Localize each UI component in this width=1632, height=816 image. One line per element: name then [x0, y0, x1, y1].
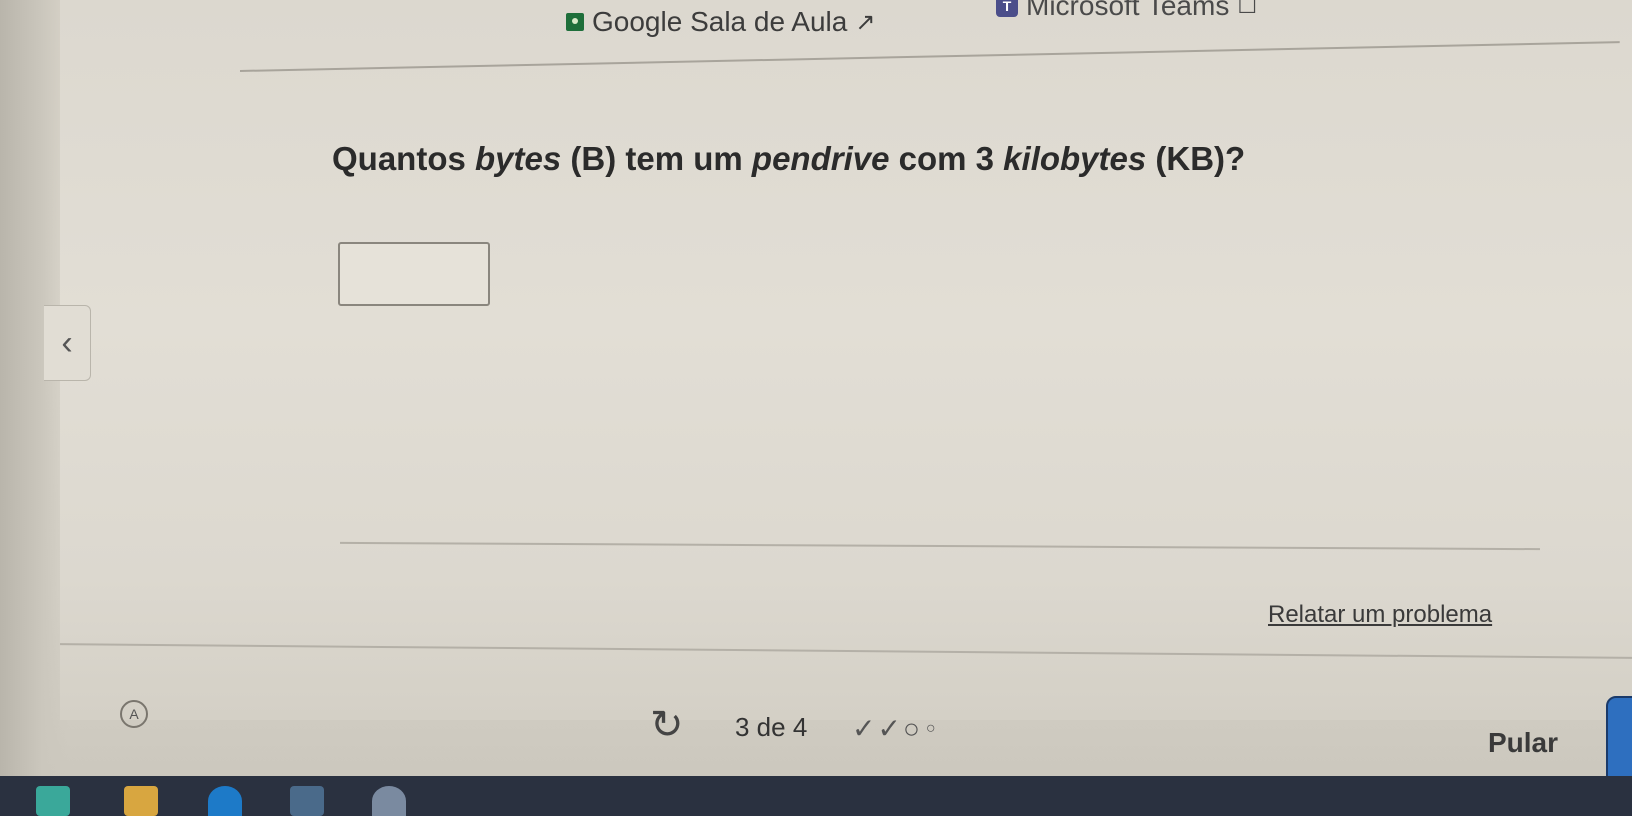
- google-classroom-link[interactable]: Google Sala de Aula ↗: [566, 6, 875, 38]
- previous-button[interactable]: ‹: [44, 305, 91, 381]
- taskbar: [0, 776, 1632, 816]
- top-links: Google Sala de Aula ↗ T Microsoft Teams …: [566, 0, 1566, 46]
- question-part: Quantos: [332, 140, 476, 177]
- question-part: com 3: [889, 140, 1004, 177]
- small-circle-icon: ○: [925, 719, 936, 737]
- microsoft-teams-label: Microsoft Teams: [1026, 0, 1230, 21]
- accessibility-icon[interactable]: A: [120, 700, 148, 728]
- refresh-icon[interactable]: ↻: [650, 705, 684, 745]
- question-text: Quantos bytes (B) tem um pendrive com 3 …: [332, 140, 1245, 178]
- check-icon: ✓: [877, 713, 901, 744]
- chevron-left-icon: ‹: [61, 324, 73, 362]
- external-link-icon: ☐: [1237, 0, 1258, 18]
- edge-browser-icon[interactable]: [208, 786, 242, 816]
- report-problem-link[interactable]: Relatar um problema: [1268, 601, 1492, 629]
- google-classroom-icon: [566, 13, 584, 31]
- question-part: (B) tem um: [561, 140, 752, 177]
- file-explorer-icon[interactable]: [124, 786, 158, 816]
- question-emphasis: pendrive: [751, 140, 890, 177]
- question-part: (KB)?: [1146, 140, 1246, 177]
- chrome-icon[interactable]: [372, 786, 406, 816]
- store-icon[interactable]: [290, 786, 324, 816]
- skip-button[interactable]: Pular: [1488, 727, 1558, 759]
- question-emphasis: bytes: [475, 140, 562, 177]
- progress-indicators: ✓ ✓ ○ ○: [852, 712, 936, 745]
- progress-counter: 3 de 4: [735, 712, 808, 742]
- question-emphasis: kilobytes: [1003, 140, 1147, 177]
- teams-icon: T: [996, 0, 1018, 17]
- microsoft-teams-link[interactable]: T Microsoft Teams ☐: [996, 0, 1257, 22]
- google-classroom-label: Google Sala de Aula: [592, 6, 848, 37]
- external-link-icon: ↗: [855, 8, 876, 36]
- taskbar-app-icon[interactable]: [36, 786, 70, 816]
- answer-input[interactable]: [338, 242, 490, 306]
- circle-icon: ○: [902, 712, 920, 744]
- check-icon: ✓: [852, 713, 876, 744]
